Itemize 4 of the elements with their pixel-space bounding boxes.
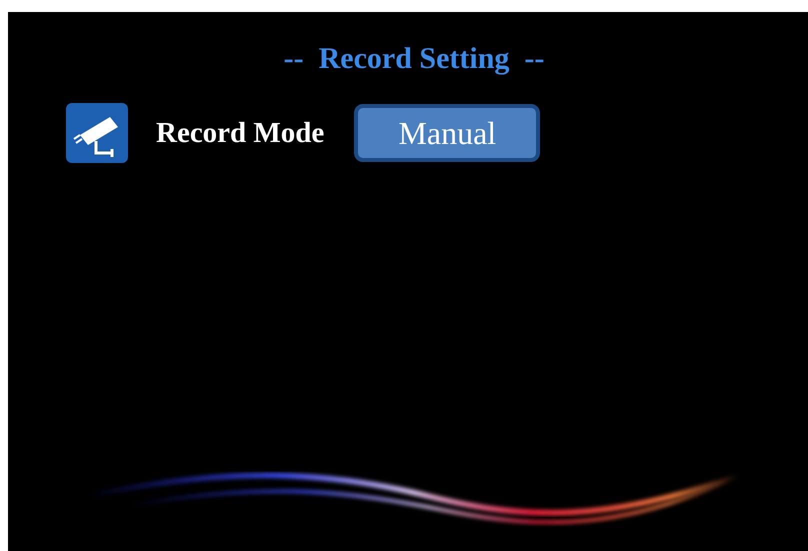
setting-label: Record Mode [156,116,324,150]
page-title: -- Record Setting -- [282,42,546,76]
mode-button[interactable]: Manual [354,104,540,162]
camera-icon [66,103,128,163]
